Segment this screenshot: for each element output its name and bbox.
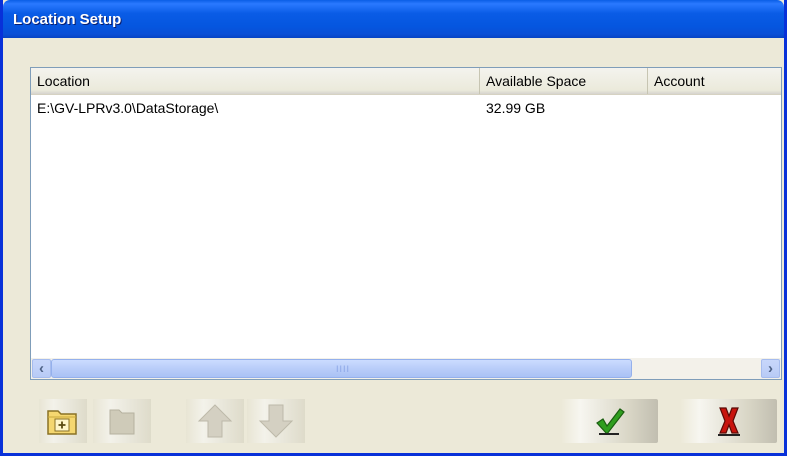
column-header-account[interactable]: Account: [648, 68, 781, 94]
scrollbar-grip-icon: IIII: [336, 364, 351, 374]
close-x-icon: [717, 407, 740, 436]
location-setup-window: Location Setup Location Available Space …: [0, 0, 787, 456]
checkmark-icon: [595, 408, 625, 435]
remove-location-button[interactable]: [93, 399, 151, 443]
move-up-button[interactable]: [186, 399, 244, 443]
add-folder-icon: [47, 410, 77, 435]
folder-icon: [109, 409, 135, 435]
arrow-up-icon: [197, 404, 233, 438]
chevron-left-icon: ‹: [39, 360, 44, 377]
list-header: Location Available Space Account: [31, 68, 781, 95]
add-location-button[interactable]: [39, 399, 87, 443]
location-list[interactable]: Location Available Space Account E:\GV-L…: [30, 67, 782, 380]
chevron-right-icon: ›: [768, 360, 773, 377]
move-down-button[interactable]: [247, 399, 305, 443]
arrow-down-icon: [258, 404, 294, 438]
title-bar[interactable]: Location Setup: [3, 0, 784, 38]
scroll-right-button[interactable]: ›: [761, 359, 780, 378]
scrollbar-thumb[interactable]: IIII: [51, 359, 632, 378]
column-header-available-space[interactable]: Available Space: [480, 68, 648, 94]
location-path-cell: E:\GV-LPRv3.0\DataStorage\: [37, 100, 219, 116]
column-header-location[interactable]: Location: [31, 68, 480, 94]
ok-button[interactable]: [561, 399, 658, 443]
scroll-left-button[interactable]: ‹: [32, 359, 51, 378]
cancel-button[interactable]: [680, 399, 777, 443]
horizontal-scrollbar[interactable]: ‹ IIII ›: [31, 358, 781, 379]
list-row[interactable]: E:\GV-LPRv3.0\DataStorage\ 32.99 GB: [31, 98, 781, 118]
available-space-cell: 32.99 GB: [486, 100, 546, 116]
window-title: Location Setup: [13, 11, 122, 28]
